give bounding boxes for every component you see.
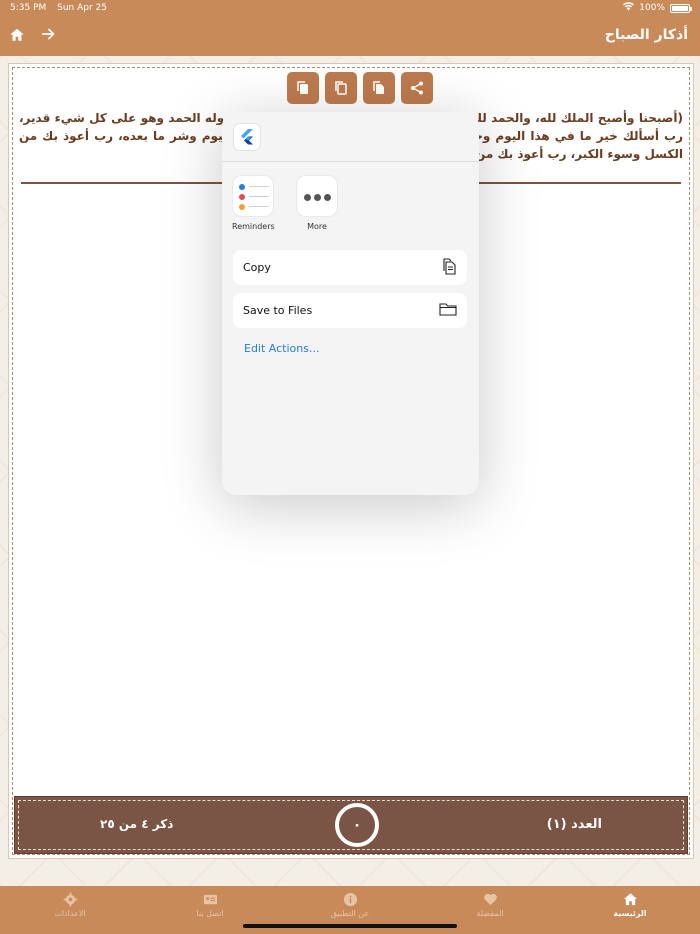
status-date: Sun Apr 25: [57, 3, 108, 13]
share-app-reminders[interactable]: Reminders: [232, 175, 275, 231]
share-sheet: Reminders More Copy Save to Files Edit A…: [222, 112, 479, 495]
contact-card-icon: [203, 894, 217, 905]
tab-label: اتصل بنا: [196, 909, 224, 918]
copy-text-button[interactable]: [287, 72, 319, 104]
zikr-toolbar: [287, 72, 433, 104]
edit-actions-link[interactable]: Edit Actions...: [244, 342, 319, 355]
page-title: أذكار الصباح: [604, 27, 688, 43]
wifi-icon: [623, 2, 635, 14]
forward-arrow-icon[interactable]: [41, 26, 59, 44]
copy-icon: [297, 81, 308, 94]
status-time: 5:35 PM: [10, 3, 47, 13]
home-icon[interactable]: [9, 27, 27, 45]
copy-document-button[interactable]: [363, 72, 395, 104]
save-to-files-label: Save to Files: [243, 304, 313, 317]
share-icon: [411, 81, 423, 95]
duplicate-icon: [335, 81, 347, 95]
info-icon: [343, 892, 357, 907]
tap-counter-button[interactable]: ٠: [335, 803, 379, 847]
progress-label: ذكر ٤ من ٢٥: [100, 817, 174, 831]
tab-label: الرئيسية: [613, 909, 647, 918]
gear-icon: [63, 892, 77, 907]
home-icon: [623, 893, 637, 906]
tab-label: عن التطبيق: [330, 909, 370, 918]
file-copy-icon: [373, 81, 384, 94]
tab-home[interactable]: الرئيسية: [560, 886, 700, 934]
copy-action[interactable]: Copy: [233, 250, 467, 285]
heart-icon: [483, 893, 497, 906]
flutter-app-icon: [233, 123, 261, 151]
tab-settings[interactable]: الاعدادات: [0, 886, 140, 934]
folder-icon: [439, 302, 457, 319]
copy-action-label: Copy: [243, 261, 271, 274]
share-sheet-header: [222, 112, 479, 162]
tab-label: الاعدادات: [54, 909, 86, 918]
share-apps-row: Reminders More: [232, 175, 338, 231]
copy-outline-button[interactable]: [325, 72, 357, 104]
share-button[interactable]: [401, 72, 433, 104]
more-icon: [296, 175, 338, 217]
share-app-more[interactable]: More: [296, 175, 338, 231]
save-to-files-action[interactable]: Save to Files: [233, 293, 467, 328]
counter-bar: العدد (١) ٠ ذكر ٤ من ٢٥: [14, 796, 688, 854]
count-label: العدد (١): [546, 817, 602, 832]
status-bar: 5:35 PM Sun Apr 25 100%: [0, 0, 700, 16]
home-indicator: [243, 924, 457, 928]
share-app-label: Reminders: [232, 222, 275, 231]
tab-label: المفضلة: [476, 909, 504, 918]
reminders-icon: [232, 175, 274, 217]
battery-percent: 100%: [639, 3, 665, 13]
share-app-label: More: [307, 222, 327, 231]
copy-icon: [441, 257, 457, 278]
battery-icon: [670, 3, 692, 13]
nav-bar: أذكار الصباح: [0, 16, 700, 56]
